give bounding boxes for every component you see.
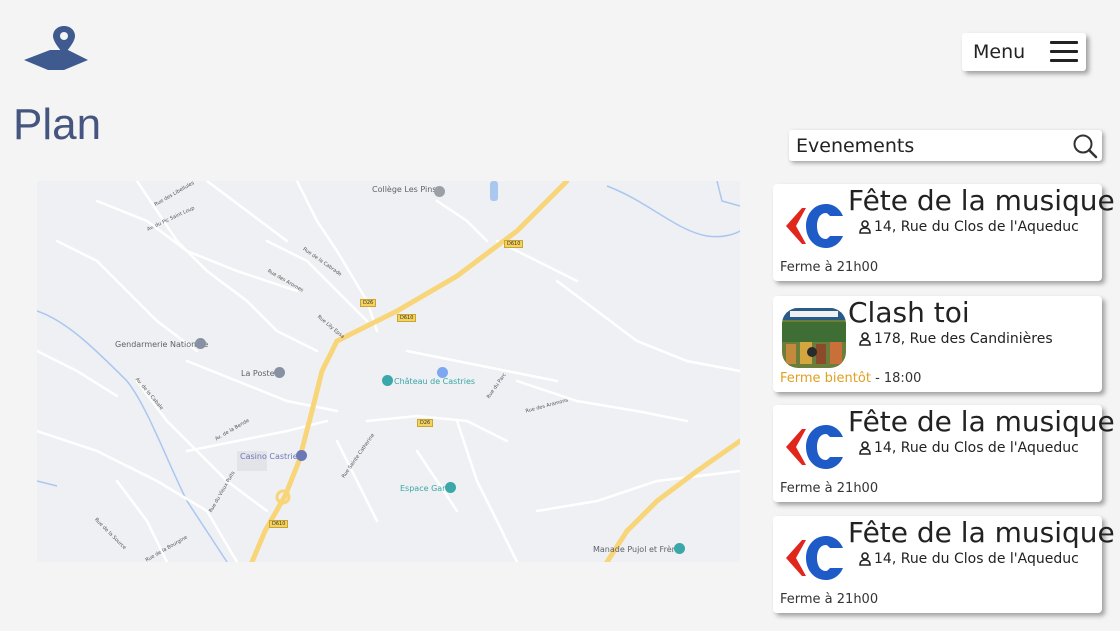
carrefour-logo-icon [786,204,843,248]
map-label-espace-gare: Espace Gare [400,484,451,493]
event-address: 178, Rue des Candinières [859,331,1053,347]
event-status-text: Ferme à 21h00 [780,260,879,275]
user-pin-icon [859,332,871,346]
post-office-poi-icon[interactable] [274,367,285,378]
event-title: Fête de la musique [848,405,1115,438]
police-poi-icon[interactable] [195,338,206,349]
castle-poi-icon[interactable] [382,375,393,386]
event-card[interactable]: Fête de la musique 14, Rue du Clos de l'… [773,184,1115,281]
event-address-text: 14, Rue du Clos de l'Aqueduc [874,551,1079,567]
search-bar [789,130,1102,161]
road-tag-d610: D610 [397,314,417,322]
event-title: Fête de la musique [848,184,1115,217]
event-card[interactable]: Fête de la musique 14, Rue du Clos de l'… [773,405,1115,502]
event-status: Ferme à 21h00 [780,481,878,496]
store-photo-image [782,308,846,368]
event-address-text: 14, Rue du Clos de l'Aqueduc [874,440,1079,456]
place-poi-icon[interactable] [437,367,448,378]
event-address-text: 14, Rue du Clos de l'Aqueduc [874,219,1079,235]
map-label-manade: Manade Pujol et Frères [593,545,684,554]
map-roads [37,181,740,562]
event-card[interactable]: Fête de la musique 14, Rue du Clos de l'… [773,516,1115,613]
user-pin-icon [859,552,871,566]
event-address: 14, Rue du Clos de l'Aqueduc [859,440,1079,456]
event-address-text: 178, Rue des Candinières [874,331,1053,347]
carrefour-logo-icon [786,425,843,469]
road-tag-d26: D26 [360,299,377,307]
page-title: Plan [13,100,102,149]
event-status: Ferme bientôt - 18:00 [780,371,921,386]
location-logo-icon [24,26,88,70]
hamburger-icon [1050,41,1078,63]
search-icon[interactable] [1072,133,1098,159]
event-status-text: Ferme à 21h00 [780,592,879,607]
event-address: 14, Rue du Clos de l'Aqueduc [859,219,1079,235]
event-status-text: - 18:00 [870,371,922,386]
road-tag-d610: D610 [504,240,524,248]
search-input[interactable] [789,130,1056,161]
event-status-warning: Ferme bientôt [780,371,871,386]
road-tag-d26: D26 [417,419,434,427]
event-status: Ferme à 21h00 [780,260,878,275]
user-pin-icon [859,220,871,234]
manade-poi-icon[interactable] [674,543,685,554]
event-card[interactable]: Clash toi 178, Rue des Candinières Ferme… [773,296,1102,392]
map-label-casino: Casino Castries [240,452,302,461]
espace-gare-poi-icon[interactable] [445,482,456,493]
casino-poi-icon[interactable] [296,450,307,461]
menu-button[interactable]: Menu [962,33,1086,71]
event-status-text: Ferme à 21h00 [780,481,879,496]
event-address: 14, Rue du Clos de l'Aqueduc [859,551,1079,567]
map-label-poste: La Poste [241,369,275,378]
map-label-chateau: Château de Castries [394,377,476,386]
road-tag-d610: D610 [269,520,289,528]
carrefour-logo-icon [786,536,843,580]
event-title: Fête de la musique [848,516,1115,549]
menu-label: Menu [973,41,1026,63]
event-status: Ferme à 21h00 [780,592,878,607]
event-title: Clash toi [848,296,970,329]
map-view[interactable]: Collège Les Pins Gendarmerie Nationale L… [37,181,740,562]
school-poi-icon[interactable] [434,186,445,197]
user-pin-icon [859,441,871,455]
map-label-college: Collège Les Pins [372,185,437,194]
